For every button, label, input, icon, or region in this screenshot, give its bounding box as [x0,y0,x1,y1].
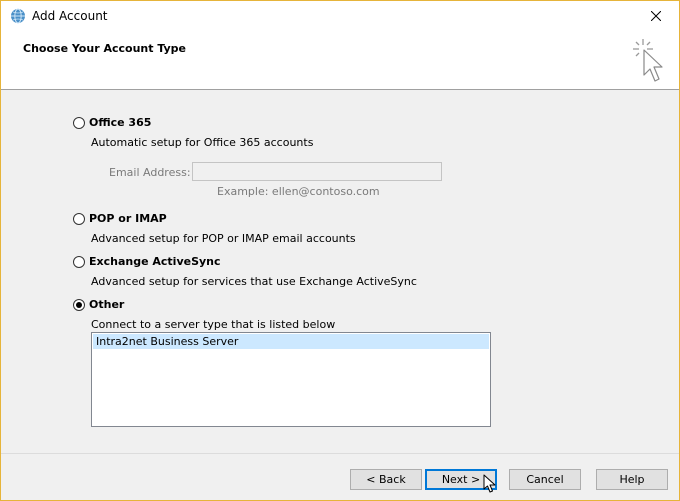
help-button[interactable]: Help [596,469,668,490]
sparkle-cursor-icon [633,39,663,82]
close-icon [651,11,661,21]
add-account-dialog: Add Account Choose Your Account Type Off… [0,0,680,501]
email-address-input[interactable] [192,162,442,181]
title-bar: Add Account [1,1,679,31]
back-button[interactable]: < Back [350,469,422,490]
radio-office365[interactable] [73,117,85,129]
footer-divider [1,453,679,454]
option-office365-label: Office 365 [89,116,152,129]
option-pop-imap-label: POP or IMAP [89,212,167,225]
option-exchange-activesync-label: Exchange ActiveSync [89,255,221,268]
server-type-listbox[interactable]: Intra2net Business Server [91,332,491,427]
radio-other[interactable] [73,299,85,311]
close-button[interactable] [633,1,679,31]
mouse-pointer-icon [483,474,496,493]
wizard-header: Choose Your Account Type [1,31,679,90]
email-example-hint: Example: ellen@contoso.com [217,185,380,198]
option-other-label: Other [89,298,125,311]
email-address-label: Email Address: [109,166,191,179]
option-exchange-activesync-description: Advanced setup for services that use Exc… [91,275,417,288]
window-title: Add Account [32,9,108,23]
option-other-description: Connect to a server type that is listed … [91,318,336,331]
cancel-button[interactable]: Cancel [509,469,581,490]
list-item[interactable]: Intra2net Business Server [93,334,489,349]
option-pop-imap-description: Advanced setup for POP or IMAP email acc… [91,232,356,245]
radio-pop-imap[interactable] [73,213,85,225]
page-heading: Choose Your Account Type [23,42,187,55]
radio-exchange-activesync[interactable] [73,256,85,268]
outlook-globe-icon [11,8,25,24]
option-office365-description: Automatic setup for Office 365 accounts [91,136,314,149]
